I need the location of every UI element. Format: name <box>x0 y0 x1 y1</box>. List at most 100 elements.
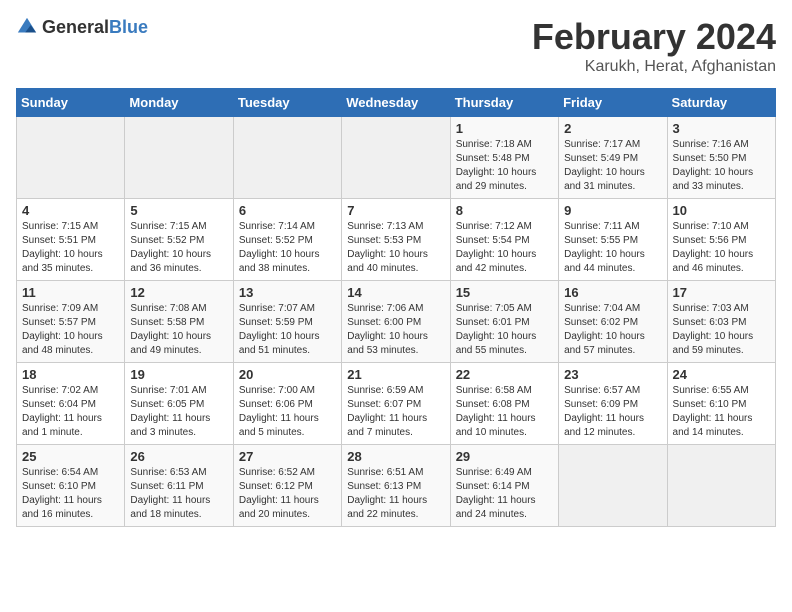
day-number: 9 <box>564 203 661 218</box>
calendar-cell: 5Sunrise: 7:15 AM Sunset: 5:52 PM Daylig… <box>125 199 233 281</box>
day-number: 29 <box>456 449 553 464</box>
day-info: Sunrise: 7:02 AM Sunset: 6:04 PM Dayligh… <box>22 384 119 440</box>
calendar-week-row: 25 Sunrise: 6:54 AM Sunset: 6:10 PM Dayli… <box>17 445 776 527</box>
day-info: Sunrise: 7:05 AM Sunset: 6:01 PM Dayligh… <box>456 302 553 358</box>
day-number: 18 <box>22 367 119 382</box>
calendar-body: 1Sunrise: 7:18 AM Sunset: 5:48 PM Daylig… <box>17 117 776 527</box>
calendar-week-row: 18 Sunrise: 7:02 AM Sunset: 6:04 PM Dayli… <box>17 363 776 445</box>
calendar-cell <box>17 117 125 199</box>
day-number: 3 <box>673 121 770 136</box>
day-info: Sunrise: 7:16 AM Sunset: 5:50 PM Dayligh… <box>673 138 770 194</box>
calendar-week-row: 11 Sunrise: 7:09 AM Sunset: 5:57 PM Dayli… <box>17 281 776 363</box>
day-info: Sunrise: 6:59 AM Sunset: 6:07 PM Dayligh… <box>347 384 444 440</box>
calendar-cell: 27Sunrise: 6:52 AM Sunset: 6:12 PM Dayli… <box>233 445 341 527</box>
day-number: 14 <box>347 285 444 300</box>
weekday-header-row: SundayMondayTuesdayWednesdayThursdayFrid… <box>17 89 776 117</box>
day-number: 2 <box>564 121 661 136</box>
weekday-header-tuesday: Tuesday <box>233 89 341 117</box>
day-info: Sunrise: 6:57 AM Sunset: 6:09 PM Dayligh… <box>564 384 661 440</box>
day-info: Sunrise: 6:58 AM Sunset: 6:08 PM Dayligh… <box>456 384 553 440</box>
day-number: 19 <box>130 367 227 382</box>
day-number: 6 <box>239 203 336 218</box>
title-section: February 2024 Karukh, Herat, Afghanistan <box>532 16 776 76</box>
day-info: Sunrise: 7:18 AM Sunset: 5:48 PM Dayligh… <box>456 138 553 194</box>
calendar-cell <box>667 445 775 527</box>
day-info: Sunrise: 6:53 AM Sunset: 6:11 PM Dayligh… <box>130 466 227 522</box>
logo-blue-text: Blue <box>109 17 148 37</box>
day-number: 4 <box>22 203 119 218</box>
calendar-cell: 10Sunrise: 7:10 AM Sunset: 5:56 PM Dayli… <box>667 199 775 281</box>
calendar-subtitle: Karukh, Herat, Afghanistan <box>532 58 776 76</box>
page-header: GeneralBlue February 2024 Karukh, Herat,… <box>16 16 776 76</box>
day-number: 20 <box>239 367 336 382</box>
day-info: Sunrise: 7:07 AM Sunset: 5:59 PM Dayligh… <box>239 302 336 358</box>
day-info: Sunrise: 7:03 AM Sunset: 6:03 PM Dayligh… <box>673 302 770 358</box>
day-number: 23 <box>564 367 661 382</box>
calendar-cell: 19Sunrise: 7:01 AM Sunset: 6:05 PM Dayli… <box>125 363 233 445</box>
calendar-cell: 6 Sunrise: 7:14 AM Sunset: 5:52 PM Daylig… <box>233 199 341 281</box>
calendar-cell: 17 Sunrise: 7:03 AM Sunset: 6:03 PM Dayli… <box>667 281 775 363</box>
calendar-cell: 25 Sunrise: 6:54 AM Sunset: 6:10 PM Dayli… <box>17 445 125 527</box>
day-number: 22 <box>456 367 553 382</box>
logo-icon <box>16 16 38 38</box>
day-number: 8 <box>456 203 553 218</box>
day-info: Sunrise: 7:11 AM Sunset: 5:55 PM Dayligh… <box>564 220 661 276</box>
weekday-header-thursday: Thursday <box>450 89 558 117</box>
calendar-cell: 15Sunrise: 7:05 AM Sunset: 6:01 PM Dayli… <box>450 281 558 363</box>
day-info: Sunrise: 7:10 AM Sunset: 5:56 PM Dayligh… <box>673 220 770 276</box>
day-info: Sunrise: 7:04 AM Sunset: 6:02 PM Dayligh… <box>564 302 661 358</box>
day-number: 25 <box>22 449 119 464</box>
day-number: 7 <box>347 203 444 218</box>
day-number: 16 <box>564 285 661 300</box>
calendar-cell: 1Sunrise: 7:18 AM Sunset: 5:48 PM Daylig… <box>450 117 558 199</box>
calendar-cell: 9 Sunrise: 7:11 AM Sunset: 5:55 PM Daylig… <box>559 199 667 281</box>
calendar-cell <box>233 117 341 199</box>
day-info: Sunrise: 7:13 AM Sunset: 5:53 PM Dayligh… <box>347 220 444 276</box>
day-number: 26 <box>130 449 227 464</box>
logo-general-text: General <box>42 17 109 37</box>
calendar-cell: 18 Sunrise: 7:02 AM Sunset: 6:04 PM Dayli… <box>17 363 125 445</box>
calendar-cell: 3 Sunrise: 7:16 AM Sunset: 5:50 PM Daylig… <box>667 117 775 199</box>
calendar-cell <box>125 117 233 199</box>
calendar-cell: 22 Sunrise: 6:58 AM Sunset: 6:08 PM Dayli… <box>450 363 558 445</box>
weekday-header-wednesday: Wednesday <box>342 89 450 117</box>
day-number: 17 <box>673 285 770 300</box>
day-info: Sunrise: 6:54 AM Sunset: 6:10 PM Dayligh… <box>22 466 119 522</box>
calendar-cell: 29Sunrise: 6:49 AM Sunset: 6:14 PM Dayli… <box>450 445 558 527</box>
day-number: 21 <box>347 367 444 382</box>
day-info: Sunrise: 7:14 AM Sunset: 5:52 PM Dayligh… <box>239 220 336 276</box>
weekday-header-sunday: Sunday <box>17 89 125 117</box>
weekday-header-monday: Monday <box>125 89 233 117</box>
day-info: Sunrise: 7:08 AM Sunset: 5:58 PM Dayligh… <box>130 302 227 358</box>
calendar-cell: 13 Sunrise: 7:07 AM Sunset: 5:59 PM Dayli… <box>233 281 341 363</box>
day-info: Sunrise: 6:55 AM Sunset: 6:10 PM Dayligh… <box>673 384 770 440</box>
calendar-cell: 16 Sunrise: 7:04 AM Sunset: 6:02 PM Dayli… <box>559 281 667 363</box>
day-info: Sunrise: 7:15 AM Sunset: 5:51 PM Dayligh… <box>22 220 119 276</box>
calendar-cell: 28 Sunrise: 6:51 AM Sunset: 6:13 PM Dayli… <box>342 445 450 527</box>
calendar-title: February 2024 <box>532 16 776 58</box>
day-number: 11 <box>22 285 119 300</box>
day-number: 28 <box>347 449 444 464</box>
calendar-cell: 8Sunrise: 7:12 AM Sunset: 5:54 PM Daylig… <box>450 199 558 281</box>
calendar-cell: 2Sunrise: 7:17 AM Sunset: 5:49 PM Daylig… <box>559 117 667 199</box>
day-number: 13 <box>239 285 336 300</box>
day-number: 12 <box>130 285 227 300</box>
calendar-header: SundayMondayTuesdayWednesdayThursdayFrid… <box>17 89 776 117</box>
calendar-cell: 11 Sunrise: 7:09 AM Sunset: 5:57 PM Dayli… <box>17 281 125 363</box>
day-info: Sunrise: 6:52 AM Sunset: 6:12 PM Dayligh… <box>239 466 336 522</box>
weekday-header-friday: Friday <box>559 89 667 117</box>
calendar-cell: 14 Sunrise: 7:06 AM Sunset: 6:00 PM Dayli… <box>342 281 450 363</box>
calendar-cell: 24Sunrise: 6:55 AM Sunset: 6:10 PM Dayli… <box>667 363 775 445</box>
day-info: Sunrise: 7:06 AM Sunset: 6:00 PM Dayligh… <box>347 302 444 358</box>
day-info: Sunrise: 7:00 AM Sunset: 6:06 PM Dayligh… <box>239 384 336 440</box>
calendar-table: SundayMondayTuesdayWednesdayThursdayFrid… <box>16 88 776 527</box>
calendar-week-row: 1Sunrise: 7:18 AM Sunset: 5:48 PM Daylig… <box>17 117 776 199</box>
day-info: Sunrise: 7:15 AM Sunset: 5:52 PM Dayligh… <box>130 220 227 276</box>
day-info: Sunrise: 6:51 AM Sunset: 6:13 PM Dayligh… <box>347 466 444 522</box>
calendar-cell: 7 Sunrise: 7:13 AM Sunset: 5:53 PM Daylig… <box>342 199 450 281</box>
day-info: Sunrise: 7:09 AM Sunset: 5:57 PM Dayligh… <box>22 302 119 358</box>
calendar-cell: 26 Sunrise: 6:53 AM Sunset: 6:11 PM Dayli… <box>125 445 233 527</box>
calendar-cell: 21 Sunrise: 6:59 AM Sunset: 6:07 PM Dayli… <box>342 363 450 445</box>
calendar-cell: 12 Sunrise: 7:08 AM Sunset: 5:58 PM Dayli… <box>125 281 233 363</box>
calendar-cell: 23 Sunrise: 6:57 AM Sunset: 6:09 PM Dayli… <box>559 363 667 445</box>
